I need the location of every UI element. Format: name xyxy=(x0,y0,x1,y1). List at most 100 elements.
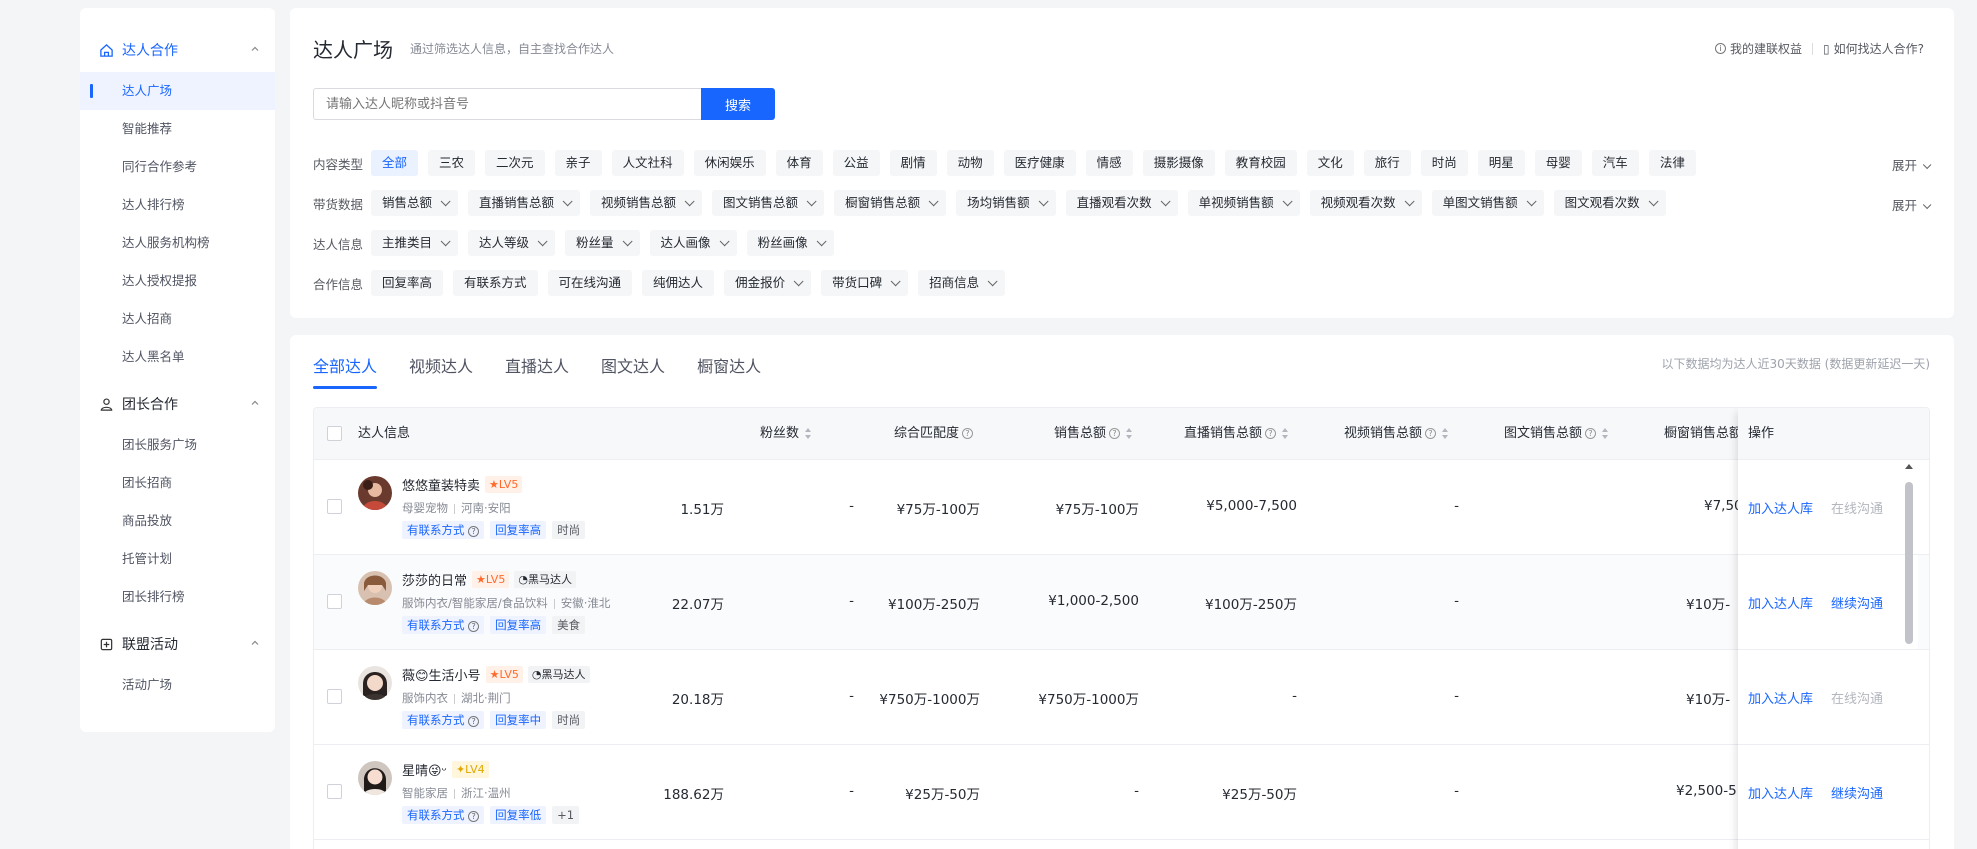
dropdown-sales[interactable]: 销售总额 xyxy=(371,190,459,216)
my-rights-link[interactable]: i 我的建联权益 xyxy=(1715,40,1802,57)
chip-content[interactable]: 文化 xyxy=(1306,150,1354,176)
dropdown-sales[interactable]: 直播销售总额 xyxy=(468,190,581,216)
question-icon[interactable]: ? xyxy=(1425,428,1437,439)
sort-icon[interactable] xyxy=(1281,427,1289,440)
tag-contact[interactable]: 有联系方式 ? xyxy=(402,616,485,634)
search-button[interactable]: 搜索 xyxy=(701,88,775,120)
chip-content[interactable]: 情感 xyxy=(1085,150,1133,176)
creator-name[interactable]: 星晴😜ᵕ xyxy=(402,760,447,779)
dropdown-sales[interactable]: 单图文销售额 xyxy=(1431,190,1544,216)
sidebar-item-authorization[interactable]: 达人授权提报 xyxy=(80,262,275,300)
question-icon[interactable]: ? xyxy=(962,428,974,439)
avatar[interactable] xyxy=(358,476,392,510)
chevron-up-icon[interactable] xyxy=(249,397,261,409)
creator-name[interactable]: 悠悠童装特卖 xyxy=(402,475,480,494)
col-fans[interactable]: 粉丝数 xyxy=(760,408,812,460)
dropdown-coop[interactable]: 招商信息 xyxy=(918,270,1006,296)
tag-contact[interactable]: 有联系方式 ? xyxy=(402,521,485,539)
tag-more[interactable]: +1 xyxy=(552,806,580,824)
dropdown-sales[interactable]: 橱窗销售总额 xyxy=(834,190,947,216)
sidebar-item-creator-square[interactable]: 达人广场 xyxy=(80,72,275,110)
tab-live[interactable]: 直播达人 xyxy=(505,353,569,389)
chip-content[interactable]: 医疗健康 xyxy=(1003,150,1076,176)
col-total[interactable]: 销售总额? xyxy=(1054,408,1133,460)
tag-contact[interactable]: 有联系方式 ? xyxy=(402,711,485,729)
dropdown-sales[interactable]: 图文观看次数 xyxy=(1553,190,1666,216)
question-icon[interactable]: ? xyxy=(1585,428,1597,439)
col-video[interactable]: 视频销售总额? xyxy=(1344,408,1449,460)
chevron-up-icon[interactable] xyxy=(249,43,261,55)
sidebar-item-blacklist[interactable]: 达人黑名单 xyxy=(80,338,275,376)
sidebar-group-header-leader[interactable]: 团长合作 xyxy=(80,382,275,426)
sort-icon[interactable] xyxy=(804,427,812,440)
continue-chat-button[interactable]: 继续沟通 xyxy=(1831,783,1883,802)
sidebar-group-header-creator[interactable]: 达人合作 xyxy=(80,28,275,72)
row-checkbox[interactable] xyxy=(327,594,342,609)
sidebar-item-peer-reference[interactable]: 同行合作参考 xyxy=(80,148,275,186)
sidebar-item-leader-ranking[interactable]: 团长排行榜 xyxy=(80,578,275,616)
vertical-scrollbar[interactable] xyxy=(1904,460,1914,849)
sidebar-item-agency-ranking[interactable]: 达人服务机构榜 xyxy=(80,224,275,262)
tag-contact[interactable]: 有联系方式 ? xyxy=(402,806,485,824)
dropdown-sales[interactable]: 视频销售总额 xyxy=(590,190,703,216)
chip-content[interactable]: 体育 xyxy=(775,150,823,176)
continue-chat-button[interactable]: 继续沟通 xyxy=(1831,593,1883,612)
avatar[interactable] xyxy=(358,666,392,700)
dropdown-sales[interactable]: 场均销售额 xyxy=(956,190,1056,216)
sidebar-item-activity-square[interactable]: 活动广场 xyxy=(80,666,275,704)
dropdown-info[interactable]: 粉丝量 xyxy=(565,230,640,256)
chip-content[interactable]: 母婴 xyxy=(1534,150,1582,176)
sidebar-group-header-alliance[interactable]: 联盟活动 xyxy=(80,622,275,666)
sidebar-item-smart-recommend[interactable]: 智能推荐 xyxy=(80,110,275,148)
chip-content[interactable]: 法律 xyxy=(1648,150,1696,176)
row-checkbox[interactable] xyxy=(327,499,342,514)
dropdown-info[interactable]: 主推类目 xyxy=(371,230,459,256)
select-all-checkbox[interactable] xyxy=(327,426,342,441)
dropdown-sales[interactable]: 单视频销售额 xyxy=(1187,190,1300,216)
dropdown-info[interactable]: 粉丝画像 xyxy=(746,230,834,256)
sidebar-item-leader-square[interactable]: 团长服务广场 xyxy=(80,426,275,464)
chip-content[interactable]: 人文社科 xyxy=(611,150,684,176)
chip-content[interactable]: 休闲娱乐 xyxy=(693,150,766,176)
dropdown-info[interactable]: 达人等级 xyxy=(468,230,556,256)
scroll-up-icon[interactable] xyxy=(1905,464,1913,469)
search-input[interactable] xyxy=(313,88,701,120)
sort-icon[interactable] xyxy=(1601,427,1609,440)
chat-button[interactable]: 在线沟通 xyxy=(1831,688,1883,707)
chip-content[interactable]: 二次元 xyxy=(485,150,545,176)
chat-button[interactable]: 在线沟通 xyxy=(1831,498,1883,517)
question-icon[interactable]: ? xyxy=(1265,428,1277,439)
add-to-library-button[interactable]: 加入达人库 xyxy=(1748,498,1813,517)
chip-content[interactable]: 时尚 xyxy=(1420,150,1468,176)
col-text[interactable]: 图文销售总额? xyxy=(1504,408,1609,460)
chip-content[interactable]: 剧情 xyxy=(889,150,937,176)
tab-text[interactable]: 图文达人 xyxy=(601,353,665,389)
chip-content[interactable]: 三农 xyxy=(428,150,476,176)
sidebar-item-leader-recruit[interactable]: 团长招商 xyxy=(80,464,275,502)
chip-content[interactable]: 动物 xyxy=(946,150,994,176)
chip-coop[interactable]: 纯佣达人 xyxy=(642,270,715,296)
dropdown-sales[interactable]: 图文销售总额 xyxy=(712,190,825,216)
sidebar-item-creator-recruit[interactable]: 达人招商 xyxy=(80,300,275,338)
dropdown-coop[interactable]: 带货口碑 xyxy=(821,270,909,296)
row-checkbox[interactable] xyxy=(327,784,342,799)
chip-content[interactable]: 公益 xyxy=(832,150,880,176)
chip-content[interactable]: 教育校园 xyxy=(1224,150,1297,176)
dropdown-sales[interactable]: 直播观看次数 xyxy=(1065,190,1178,216)
chip-coop[interactable]: 回复率高 xyxy=(371,270,444,296)
dropdown-info[interactable]: 达人画像 xyxy=(649,230,737,256)
avatar[interactable] xyxy=(358,571,392,605)
col-live[interactable]: 直播销售总额? xyxy=(1184,408,1289,460)
expand-content-button[interactable]: 展开 xyxy=(1892,155,1932,174)
howto-link[interactable]: ▯ 如何找达人合作? xyxy=(1823,40,1924,57)
chip-content[interactable]: 明星 xyxy=(1477,150,1525,176)
tab-window[interactable]: 橱窗达人 xyxy=(697,353,761,389)
tab-video[interactable]: 视频达人 xyxy=(409,353,473,389)
sort-icon[interactable] xyxy=(1441,427,1449,440)
dropdown-sales[interactable]: 视频观看次数 xyxy=(1309,190,1422,216)
add-to-library-button[interactable]: 加入达人库 xyxy=(1748,593,1813,612)
expand-sales-button[interactable]: 展开 xyxy=(1892,195,1932,214)
tab-all[interactable]: 全部达人 xyxy=(313,353,378,389)
scrollbar-thumb[interactable] xyxy=(1905,482,1913,644)
sidebar-item-hosting-plan[interactable]: 托管计划 xyxy=(80,540,275,578)
